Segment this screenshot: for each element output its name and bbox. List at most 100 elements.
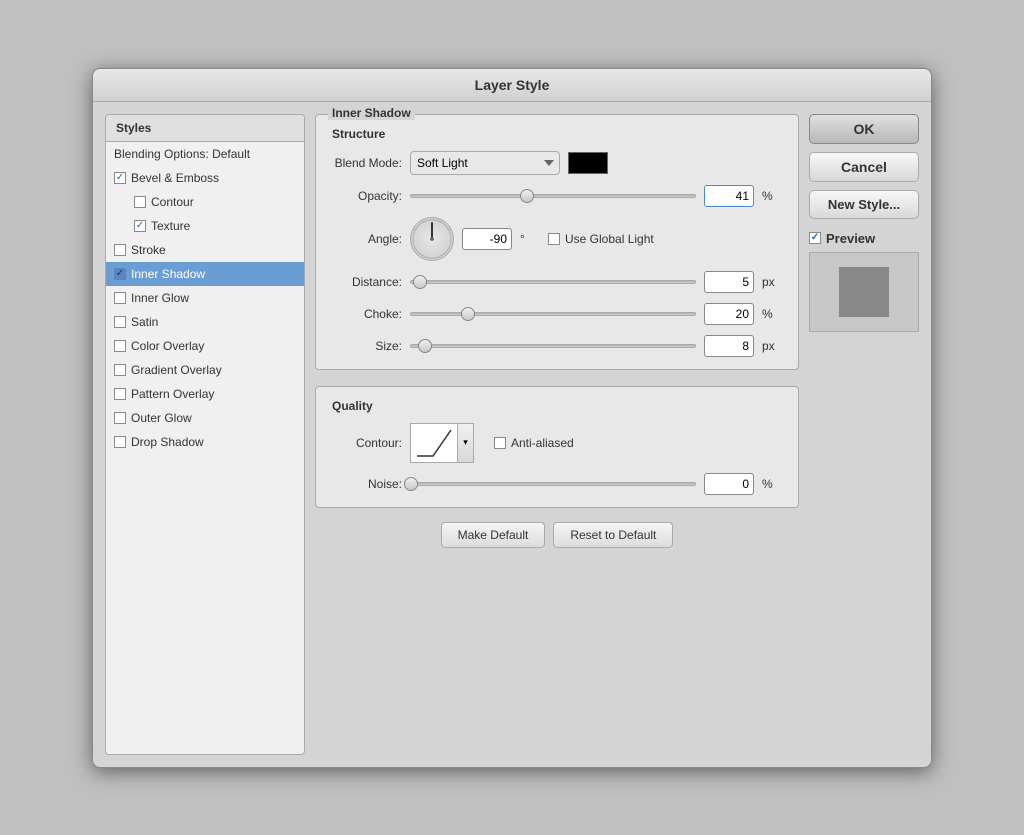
layer-style-dialog: Layer Style Styles Blending Options: Def…: [92, 68, 932, 768]
angle-dial[interactable]: [410, 217, 454, 261]
sidebar-item-inner-glow[interactable]: Inner Glow: [106, 286, 304, 310]
inner-shadow-section: Inner Shadow Structure Blend Mode: Soft …: [315, 114, 799, 370]
outer-glow-label: Outer Glow: [131, 411, 192, 425]
reset-to-default-button[interactable]: Reset to Default: [553, 522, 673, 548]
color-overlay-label: Color Overlay: [131, 339, 204, 353]
size-track: [410, 344, 696, 348]
choke-slider[interactable]: [410, 306, 696, 322]
contour-checkbox[interactable]: [134, 196, 146, 208]
sidebar-item-contour[interactable]: Contour: [106, 190, 304, 214]
sidebar-item-bevel-emboss[interactable]: Bevel & Emboss: [106, 166, 304, 190]
sidebar-item-gradient-overlay[interactable]: Gradient Overlay: [106, 358, 304, 382]
angle-input[interactable]: [462, 228, 512, 250]
preview-label: Preview: [809, 231, 919, 246]
make-default-button[interactable]: Make Default: [441, 522, 546, 548]
satin-label: Satin: [131, 315, 158, 329]
choke-input[interactable]: [704, 303, 754, 325]
noise-thumb[interactable]: [404, 477, 418, 491]
opacity-track: [410, 194, 696, 198]
right-panel: OK Cancel New Style... Preview: [809, 114, 919, 755]
pattern-overlay-label: Pattern Overlay: [131, 387, 214, 401]
cancel-button[interactable]: Cancel: [809, 152, 919, 182]
size-unit: px: [762, 339, 782, 353]
ok-button[interactable]: OK: [809, 114, 919, 144]
stroke-label: Stroke: [131, 243, 166, 257]
satin-checkbox[interactable]: [114, 316, 126, 328]
gradient-overlay-checkbox[interactable]: [114, 364, 126, 376]
anti-aliased-row: Anti-aliased: [494, 436, 574, 450]
inner-glow-checkbox[interactable]: [114, 292, 126, 304]
opacity-input[interactable]: [704, 185, 754, 207]
drop-shadow-checkbox[interactable]: [114, 436, 126, 448]
sidebar-item-outer-glow[interactable]: Outer Glow: [106, 406, 304, 430]
blending-options-label: Blending Options: Default: [114, 147, 250, 161]
global-light-label: Use Global Light: [565, 232, 654, 246]
new-style-button[interactable]: New Style...: [809, 190, 919, 219]
action-buttons: Make Default Reset to Default: [315, 522, 799, 548]
inner-shadow-section-title: Inner Shadow: [328, 106, 415, 120]
distance-track: [410, 280, 696, 284]
contour-picker[interactable]: [410, 423, 458, 463]
choke-label: Choke:: [332, 307, 402, 321]
color-overlay-checkbox[interactable]: [114, 340, 126, 352]
opacity-label: Opacity:: [332, 189, 402, 203]
size-input[interactable]: [704, 335, 754, 357]
distance-input[interactable]: [704, 271, 754, 293]
distance-thumb[interactable]: [413, 275, 427, 289]
angle-dial-svg: [411, 217, 453, 261]
distance-unit: px: [762, 275, 782, 289]
sidebar-item-blending-options[interactable]: Blending Options: Default: [106, 142, 304, 166]
sidebar-item-texture[interactable]: Texture: [106, 214, 304, 238]
size-slider[interactable]: [410, 338, 696, 354]
sidebar-item-color-overlay[interactable]: Color Overlay: [106, 334, 304, 358]
blend-mode-label: Blend Mode:: [332, 156, 402, 170]
preview-checkbox[interactable]: [809, 232, 821, 244]
contour-row: Contour: ▾ Anti-aliased: [332, 423, 782, 463]
choke-thumb[interactable]: [461, 307, 475, 321]
inner-glow-label: Inner Glow: [131, 291, 189, 305]
noise-row: Noise: %: [332, 473, 782, 495]
angle-label: Angle:: [332, 232, 402, 246]
outer-glow-checkbox[interactable]: [114, 412, 126, 424]
texture-label: Texture: [151, 219, 190, 233]
blend-color-swatch[interactable]: [568, 152, 608, 174]
global-light-checkbox[interactable]: [548, 233, 560, 245]
styles-header: Styles: [106, 115, 304, 142]
texture-checkbox[interactable]: [134, 220, 146, 232]
distance-slider[interactable]: [410, 274, 696, 290]
blend-mode-select[interactable]: Soft Light Normal Multiply Screen Overla…: [410, 151, 560, 175]
bevel-emboss-checkbox[interactable]: [114, 172, 126, 184]
sidebar-item-drop-shadow[interactable]: Drop Shadow: [106, 430, 304, 454]
sidebar-item-stroke[interactable]: Stroke: [106, 238, 304, 262]
noise-slider[interactable]: [410, 476, 696, 492]
distance-row: Distance: px: [332, 271, 782, 293]
distance-label: Distance:: [332, 275, 402, 289]
inner-shadow-checkbox[interactable]: [114, 268, 126, 280]
anti-aliased-checkbox[interactable]: [494, 437, 506, 449]
choke-row: Choke: %: [332, 303, 782, 325]
center-panel: Inner Shadow Structure Blend Mode: Soft …: [315, 114, 799, 755]
use-global-light[interactable]: Use Global Light: [548, 232, 654, 246]
stroke-checkbox[interactable]: [114, 244, 126, 256]
sidebar-item-satin[interactable]: Satin: [106, 310, 304, 334]
sidebar-item-inner-shadow[interactable]: Inner Shadow: [106, 262, 304, 286]
blend-mode-row: Blend Mode: Soft Light Normal Multiply S…: [332, 151, 782, 175]
noise-track: [410, 482, 696, 486]
angle-row: Angle: °: [332, 217, 782, 261]
quality-subtitle: Quality: [332, 399, 782, 413]
opacity-thumb[interactable]: [520, 189, 534, 203]
contour-dropdown-arrow[interactable]: ▾: [458, 423, 474, 463]
pattern-overlay-checkbox[interactable]: [114, 388, 126, 400]
contour-picker-group: ▾: [410, 423, 474, 463]
size-thumb[interactable]: [418, 339, 432, 353]
opacity-unit: %: [762, 189, 782, 203]
quality-section: Quality Contour: ▾: [315, 386, 799, 508]
noise-label: Noise:: [332, 477, 402, 491]
opacity-row: Opacity: %: [332, 185, 782, 207]
noise-input[interactable]: [704, 473, 754, 495]
angle-unit: °: [520, 232, 540, 246]
opacity-slider[interactable]: [410, 188, 696, 204]
sidebar-item-pattern-overlay[interactable]: Pattern Overlay: [106, 382, 304, 406]
preview-section: Preview: [809, 231, 919, 332]
left-panel: Styles Blending Options: Default Bevel &…: [105, 114, 305, 755]
